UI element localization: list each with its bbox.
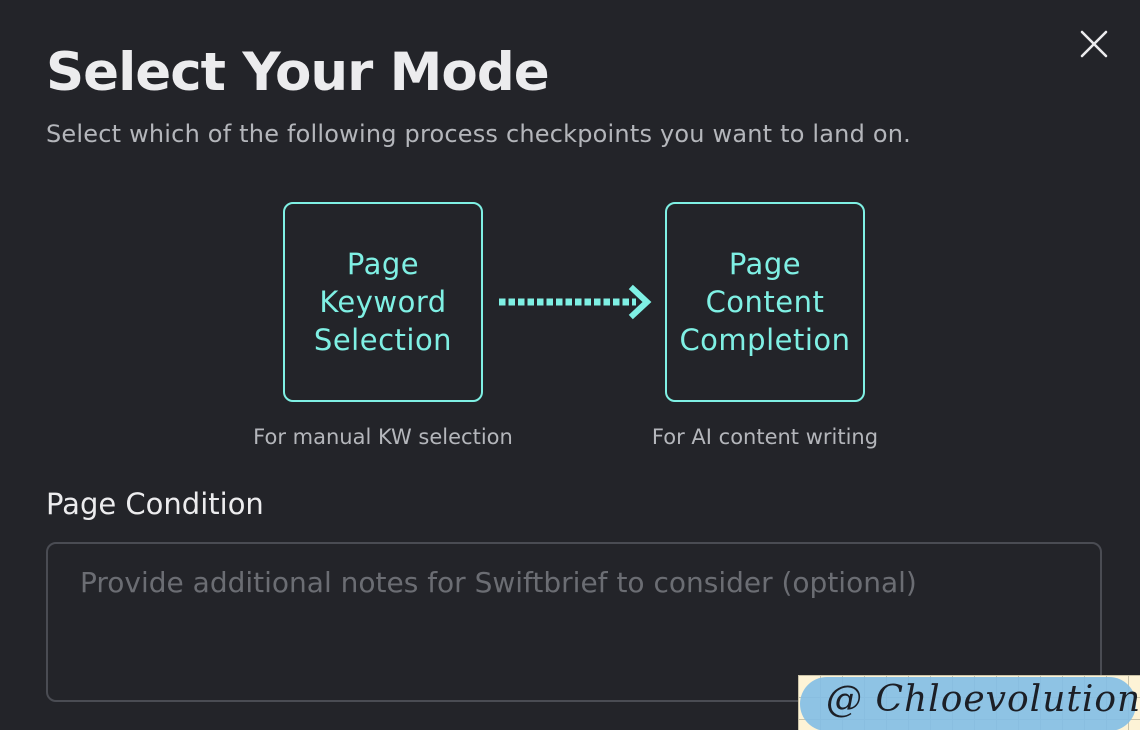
mode-card-label-line: Page [728,247,802,281]
mode-card-label-line: Content [705,285,825,319]
mode-card-content-completion[interactable]: Page Content Completion [665,202,865,402]
mode-card-label: Page Content Completion [679,245,850,359]
mode-caption-content-completion: For AI content writing [651,425,879,449]
page-title: Select Your Mode [46,42,550,103]
dotted-arrow-right-icon [499,284,652,320]
close-icon [1080,30,1108,58]
mode-card-label-line: Completion [679,323,851,357]
mode-card-label-line: Selection [313,323,453,357]
mode-caption-keyword-selection: For manual KW selection [253,425,513,449]
mode-card-label-line: Page [346,247,420,281]
mode-card-label-line: Keyword [319,285,447,319]
close-button[interactable] [1076,26,1112,62]
watermark-text: @ Chloevolution [826,679,1140,720]
mode-card-label: Page Keyword Selection [314,245,452,359]
watermark: @ Chloevolution [798,675,1140,730]
page-subtitle: Select which of the following process ch… [46,120,911,148]
page-condition-label: Page Condition [46,487,264,521]
mode-card-keyword-selection[interactable]: Page Keyword Selection [283,202,483,402]
